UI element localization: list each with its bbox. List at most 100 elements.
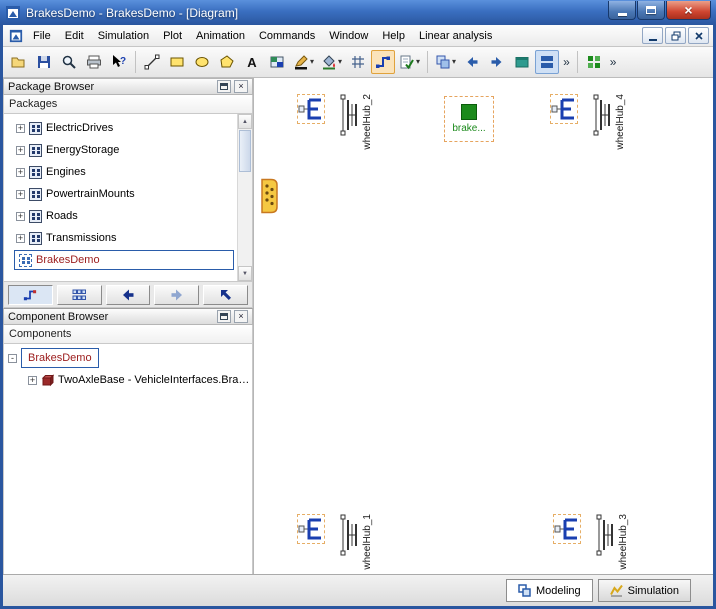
context-help-button[interactable]: ?: [107, 50, 131, 74]
expander-icon[interactable]: +: [16, 234, 25, 243]
expander-icon[interactable]: +: [16, 146, 25, 155]
text-tool-button[interactable]: A: [240, 50, 264, 74]
component-wheelhub-2[interactable]: wheelHub_2: [297, 94, 373, 150]
menu-animation[interactable]: Animation: [189, 27, 252, 45]
component-wheelhub-3[interactable]: wheelHub_3: [553, 514, 629, 570]
mdi-restore-icon: [669, 29, 683, 43]
tab-modeling[interactable]: Modeling: [506, 579, 593, 602]
connect-mode-button[interactable]: [371, 50, 395, 74]
save-button[interactable]: [32, 50, 56, 74]
component-brake[interactable]: brake...: [444, 96, 494, 142]
close-panel-button[interactable]: ×: [234, 310, 248, 323]
close-panel-button[interactable]: ×: [234, 80, 248, 93]
bitmap-tool-button[interactable]: [265, 50, 289, 74]
open-button[interactable]: [7, 50, 31, 74]
mdi-close-button[interactable]: [688, 27, 709, 44]
duplicate-icon: [435, 54, 451, 70]
scroll-up-button[interactable]: ▲: [238, 114, 252, 129]
scroll-down-button[interactable]: ▼: [238, 266, 252, 281]
expander-icon[interactable]: +: [28, 376, 37, 385]
package-item-label: Engines: [46, 166, 86, 178]
package-item-roads[interactable]: + Roads: [4, 205, 252, 227]
line-color-button[interactable]: ▾: [290, 50, 317, 74]
menu-commands[interactable]: Commands: [252, 27, 322, 45]
menu-edit[interactable]: Edit: [58, 27, 91, 45]
forward-button[interactable]: [485, 50, 509, 74]
component-item-row[interactable]: + TwoAxleBase - VehicleInterfaces.Brak..…: [4, 369, 252, 391]
package-item-transmissions[interactable]: + Transmissions: [4, 227, 252, 249]
browse-mode-button[interactable]: [8, 285, 53, 305]
navigate-up-button[interactable]: [203, 285, 248, 305]
menu-window[interactable]: Window: [322, 27, 375, 45]
package-item-energystorage[interactable]: + EnergyStorage: [4, 139, 252, 161]
expander-icon[interactable]: -: [8, 354, 17, 363]
toolbar-overflow-button[interactable]: »: [607, 55, 620, 69]
expander-icon[interactable]: +: [16, 168, 25, 177]
ellipse-tool-button[interactable]: [190, 50, 214, 74]
component-tree[interactable]: - BrakesDemo + TwoA: [3, 344, 253, 574]
component-wheelhub-4[interactable]: wheelHub_4: [550, 94, 626, 150]
wheelhub-flange-port[interactable]: [297, 514, 325, 544]
expander-icon[interactable]: +: [16, 124, 25, 133]
fill-color-button[interactable]: ▾: [318, 50, 345, 74]
float-panel-button[interactable]: [217, 310, 231, 323]
menu-file[interactable]: File: [26, 27, 58, 45]
menu-plot[interactable]: Plot: [156, 27, 189, 45]
diagram-canvas[interactable]: wheelHub_2 wheelHub: [254, 78, 713, 574]
library-selector-button[interactable]: [582, 50, 606, 74]
dropdown-arrow-icon: ▾: [310, 58, 314, 66]
titlebar: BrakesDemo - BrakesDemo - [Diagram] ×: [0, 0, 716, 25]
menu-linear-analysis[interactable]: Linear analysis: [412, 27, 499, 45]
tab-simulation[interactable]: Simulation: [598, 579, 691, 602]
mdi-restore-button[interactable]: [665, 27, 686, 44]
navigate-back-button[interactable]: [106, 285, 151, 305]
scrollbar-thumb[interactable]: [239, 130, 251, 172]
selected-component-box[interactable]: BrakesDemo: [21, 348, 99, 368]
grid-view-button[interactable]: [57, 285, 102, 305]
navigate-forward-button[interactable]: [154, 285, 199, 305]
window-view-button[interactable]: [510, 50, 534, 74]
mdi-minimize-button[interactable]: [642, 27, 663, 44]
expander-icon[interactable]: +: [16, 190, 25, 199]
package-item-brakesdemo[interactable]: BrakesDemo: [4, 249, 252, 271]
help-cursor-icon: ?: [111, 54, 127, 70]
print-button[interactable]: [82, 50, 106, 74]
package-item-engines[interactable]: + Engines: [4, 161, 252, 183]
toolbar-overflow-button[interactable]: »: [560, 55, 573, 69]
component-root-row[interactable]: - BrakesDemo: [4, 347, 252, 369]
back-arrow-icon: [464, 54, 480, 70]
package-item-electricdrives[interactable]: + ElectricDrives: [4, 117, 252, 139]
toolbar-separator: [577, 51, 578, 73]
close-button[interactable]: ×: [666, 1, 711, 20]
duplicate-button[interactable]: ▾: [432, 50, 459, 74]
hub-bearing-icon[interactable]: [592, 94, 612, 136]
menu-help[interactable]: Help: [375, 27, 412, 45]
diagram-view-button[interactable]: [535, 50, 559, 74]
toggle-grid-button[interactable]: [346, 50, 370, 74]
hub-bearing-icon[interactable]: [595, 514, 615, 556]
wheelhub-flange-port[interactable]: [297, 94, 325, 124]
component-wheelhub-1[interactable]: wheelHub_1: [297, 514, 373, 570]
hub-bearing-icon[interactable]: [339, 514, 359, 556]
package-tree-scrollbar[interactable]: ▲ ▼: [237, 114, 252, 281]
maximize-button[interactable]: [637, 1, 665, 20]
package-tree[interactable]: + ElectricDrives + EnergyStorage +: [3, 114, 253, 282]
hub-bearing-icon[interactable]: [339, 94, 359, 136]
control-bus-connector[interactable]: [259, 178, 279, 214]
wheelhub-flange-port[interactable]: [550, 94, 578, 124]
wheelhub-flange-port[interactable]: [553, 514, 581, 544]
rectangle-tool-button[interactable]: [165, 50, 189, 74]
package-browser-panel: Package Browser × Packages + ElectricDri…: [3, 78, 253, 308]
flange-icon: [298, 516, 324, 542]
minimize-button[interactable]: [608, 1, 636, 20]
back-button[interactable]: [460, 50, 484, 74]
package-item-powertrainmounts[interactable]: + PowertrainMounts: [4, 183, 252, 205]
line-tool-button[interactable]: [140, 50, 164, 74]
float-panel-button[interactable]: [217, 80, 231, 93]
selected-package-box[interactable]: BrakesDemo: [14, 250, 234, 270]
zoom-button[interactable]: [57, 50, 81, 74]
check-model-button[interactable]: ▾: [396, 50, 423, 74]
polygon-tool-button[interactable]: [215, 50, 239, 74]
expander-icon[interactable]: +: [16, 212, 25, 221]
menu-simulation[interactable]: Simulation: [91, 27, 156, 45]
